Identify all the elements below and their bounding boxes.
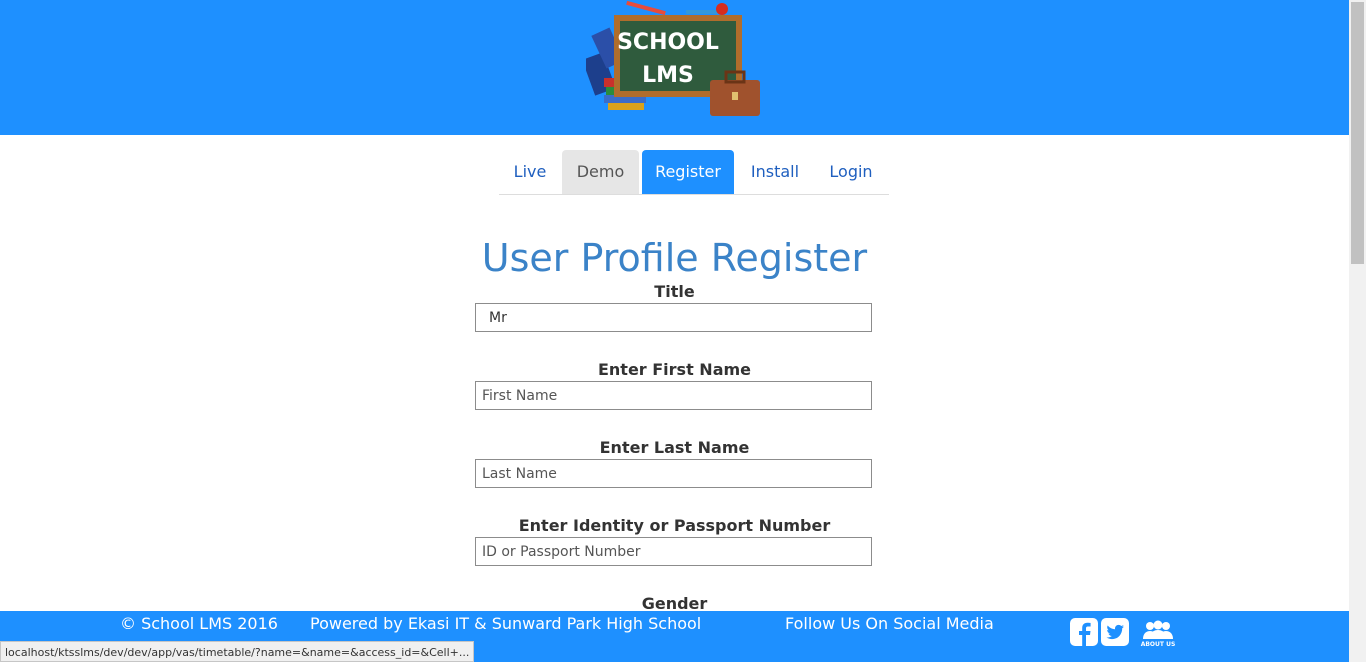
tab-live[interactable]: Live	[499, 150, 561, 194]
nav-tabs: Live Demo Register Install Login	[499, 150, 889, 195]
tab-register[interactable]: Register	[642, 150, 734, 194]
twitter-icon[interactable]	[1100, 617, 1130, 647]
logo-text-school: SCHOOL	[617, 30, 719, 55]
id-passport-label: Enter Identity or Passport Number	[518, 516, 831, 535]
id-passport-field[interactable]	[475, 537, 872, 566]
footer-copyright: © School LMS 2016	[120, 614, 278, 633]
site-header: SCHOOL LMS	[0, 0, 1349, 135]
tab-login[interactable]: Login	[815, 150, 887, 194]
school-lms-logo[interactable]: SCHOOL LMS	[582, 0, 762, 122]
chalkboard-logo-icon	[582, 0, 760, 116]
title-label: Title	[654, 282, 695, 301]
last-name-label: Enter Last Name	[599, 438, 750, 457]
scrollbar-thumb[interactable]	[1351, 2, 1364, 264]
first-name-field[interactable]	[475, 381, 872, 410]
title-field[interactable]	[475, 303, 872, 332]
footer-powered-by: Powered by Ekasi IT & Sunward Park High …	[310, 614, 702, 633]
facebook-icon[interactable]	[1069, 617, 1099, 647]
vertical-scrollbar[interactable]	[1349, 0, 1366, 662]
last-name-field[interactable]	[475, 459, 872, 488]
footer-follow-us: Follow Us On Social Media	[785, 614, 994, 633]
tab-install[interactable]: Install	[737, 150, 813, 194]
tab-demo[interactable]: Demo	[562, 150, 639, 194]
about-us-label: ABOUT US	[1140, 641, 1176, 648]
first-name-label: Enter First Name	[597, 360, 752, 379]
page-title: User Profile Register	[481, 236, 868, 280]
users-group-icon	[1143, 620, 1173, 639]
about-us-button[interactable]: ABOUT US	[1140, 619, 1176, 655]
status-bar-url: localhost/ktsslms/dev/dev/app/vas/timeta…	[0, 641, 475, 662]
logo-text-lms: LMS	[642, 63, 694, 88]
